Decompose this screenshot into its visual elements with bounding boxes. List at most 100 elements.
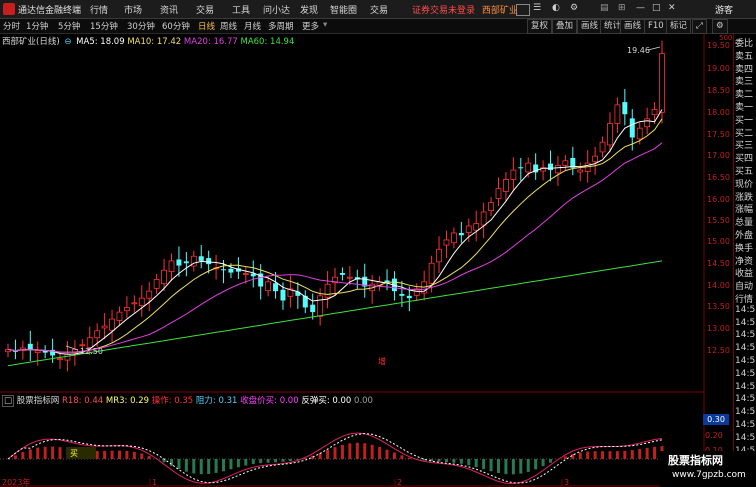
candle-body — [34, 350, 41, 354]
app-logo-icon — [3, 3, 15, 15]
more-chevron-icon[interactable]: ▾ — [323, 20, 327, 30]
period-more[interactable]: 更多 — [302, 20, 319, 32]
expand-icon[interactable]: ⤢ — [692, 19, 707, 34]
more-icon[interactable]: ▤ — [600, 3, 609, 13]
settings-icon[interactable]: ⚙ — [712, 19, 728, 34]
candle-body — [94, 330, 101, 339]
indicator-bar — [370, 444, 374, 459]
quote-field-21[interactable]: 14:5 — [735, 305, 756, 315]
minimize-icon[interactable]: — — [636, 3, 645, 13]
period-15min[interactable]: 15分钟 — [90, 20, 118, 32]
menu-wenxiaoda[interactable]: 问小达 — [263, 3, 290, 16]
candle-body — [183, 261, 189, 264]
quote-field-3[interactable]: 卖三 — [735, 74, 756, 87]
menu-faxian[interactable]: 发现 — [300, 3, 318, 16]
quote-field-31[interactable]: 14:5 — [735, 433, 756, 443]
window-icon-4[interactable]: ⚙ — [570, 3, 578, 13]
quote-field-18[interactable]: 收益 — [735, 266, 756, 279]
quote-field-17[interactable]: 净资 — [735, 254, 756, 267]
quote-field-5[interactable]: 卖一 — [735, 100, 756, 113]
candle-body — [273, 283, 279, 292]
period-multi[interactable]: 多周期 — [268, 20, 294, 32]
quote-field-15[interactable]: 外盘 — [735, 228, 756, 241]
quote-field-1[interactable]: 卖五 — [735, 49, 756, 62]
quote-field-16[interactable]: 换手 — [735, 241, 756, 254]
period-daily[interactable]: 日线 — [198, 20, 215, 32]
quote-field-29[interactable]: 14:5 — [735, 407, 756, 417]
quote-field-13[interactable]: 涨幅 — [735, 202, 756, 215]
ytick-1700: 17.00 — [707, 151, 730, 160]
period-weekly[interactable]: 周线 — [220, 20, 237, 32]
indicator-bar — [459, 459, 463, 464]
quote-field-19[interactable]: 自动 — [735, 279, 756, 292]
period-60min[interactable]: 60分钟 — [162, 20, 190, 32]
user-guest[interactable]: 游客 — [715, 3, 733, 16]
window-icon-5[interactable]: ⊞ — [618, 3, 626, 13]
candle-body — [280, 289, 286, 301]
quote-field-30[interactable]: 14:5 — [735, 420, 756, 430]
quote-field-6[interactable]: 买一 — [735, 113, 756, 126]
candlestick-layer — [5, 40, 665, 372]
period-monthly[interactable]: 月线 — [244, 20, 261, 32]
indicator-bar — [630, 450, 634, 459]
quote-field-10[interactable]: 买五 — [735, 164, 756, 177]
quote-field-28[interactable]: 14:5 — [735, 394, 756, 404]
quote-field-2[interactable]: 卖四 — [735, 62, 756, 75]
quote-field-27[interactable]: 14:5 — [735, 382, 756, 392]
quote-field-11[interactable]: 现价 — [735, 177, 756, 190]
quote-field-26[interactable]: 14:5 — [735, 369, 756, 379]
period-30min[interactable]: 30分钟 — [127, 20, 155, 32]
buy-label: 买 — [70, 449, 78, 458]
menu-jiaoyi[interactable]: 交易 — [196, 3, 214, 16]
period-5min[interactable]: 5分钟 — [58, 20, 80, 32]
kline-chart[interactable]: 19.46 12.50 增 买 2023年 1 2 3 — [0, 34, 705, 487]
period-fenshi[interactable]: 分时 — [3, 20, 20, 32]
ytick-1550: 15.50 — [707, 216, 730, 225]
menu-zhinengquan[interactable]: 智能圈 — [330, 3, 357, 16]
candle-body — [488, 202, 494, 212]
indicator-bar — [184, 459, 188, 472]
quote-field-9[interactable]: 买四 — [735, 151, 756, 164]
quote-field-14[interactable]: 总量 — [735, 215, 756, 228]
menu-zixun[interactable]: 资讯 — [160, 3, 178, 16]
quote-field-25[interactable]: 14:5 — [735, 356, 756, 366]
quote-field-7[interactable]: 买二 — [735, 126, 756, 139]
period-1min[interactable]: 1分钟 — [26, 20, 48, 32]
indicator-bar — [601, 451, 605, 459]
window-icon-2[interactable]: ☰ — [533, 3, 541, 13]
indicator-bar — [489, 459, 493, 472]
quote-field-23[interactable]: 14:5 — [735, 330, 756, 340]
menu-jiaoyi-2[interactable]: 交易 — [370, 3, 388, 16]
window-icon-1[interactable] — [516, 4, 530, 16]
quote-field-22[interactable]: 14:5 — [735, 318, 756, 328]
fuquan-button[interactable]: 复权 — [527, 19, 553, 34]
indicator-bar — [36, 447, 40, 459]
candle-body — [206, 258, 212, 265]
f10-button[interactable]: F10 — [644, 19, 668, 34]
ma10-line — [7, 118, 663, 353]
biaoji-button[interactable]: 标记 — [666, 19, 692, 34]
maximize-icon[interactable]: □ — [652, 3, 661, 13]
ytick-1850: 18.50 — [707, 86, 730, 95]
window-icon-3[interactable]: ◐ — [552, 3, 560, 13]
candle-body — [451, 232, 457, 244]
indicator-bar — [259, 459, 263, 464]
candle-body — [518, 167, 524, 169]
quote-field-12[interactable]: 涨跌 — [735, 190, 756, 203]
indicator-bar — [288, 459, 292, 462]
diejia-button[interactable]: 叠加 — [552, 19, 578, 34]
quote-field-4[interactable]: 卖二 — [735, 87, 756, 100]
indicator-bar — [132, 451, 136, 459]
close-icon[interactable]: ✕ — [668, 3, 676, 13]
quote-field-0[interactable]: 委比 — [735, 36, 756, 49]
quote-field-8[interactable]: 买三 — [735, 138, 756, 151]
menu-hangqing[interactable]: 行情 — [90, 3, 108, 16]
huaxian-2-button[interactable]: 画线 — [620, 19, 646, 34]
quote-field-24[interactable]: 14:5 — [735, 343, 756, 353]
ytick-1800: 18.00 — [707, 108, 730, 117]
quote-field-20[interactable]: 行情 — [735, 292, 756, 305]
huaxian-button[interactable]: 画线 — [577, 19, 603, 34]
indicator-bar — [452, 459, 456, 463]
menu-gongju[interactable]: 工具 — [232, 3, 250, 16]
menu-shichang[interactable]: 市场 — [124, 3, 142, 16]
